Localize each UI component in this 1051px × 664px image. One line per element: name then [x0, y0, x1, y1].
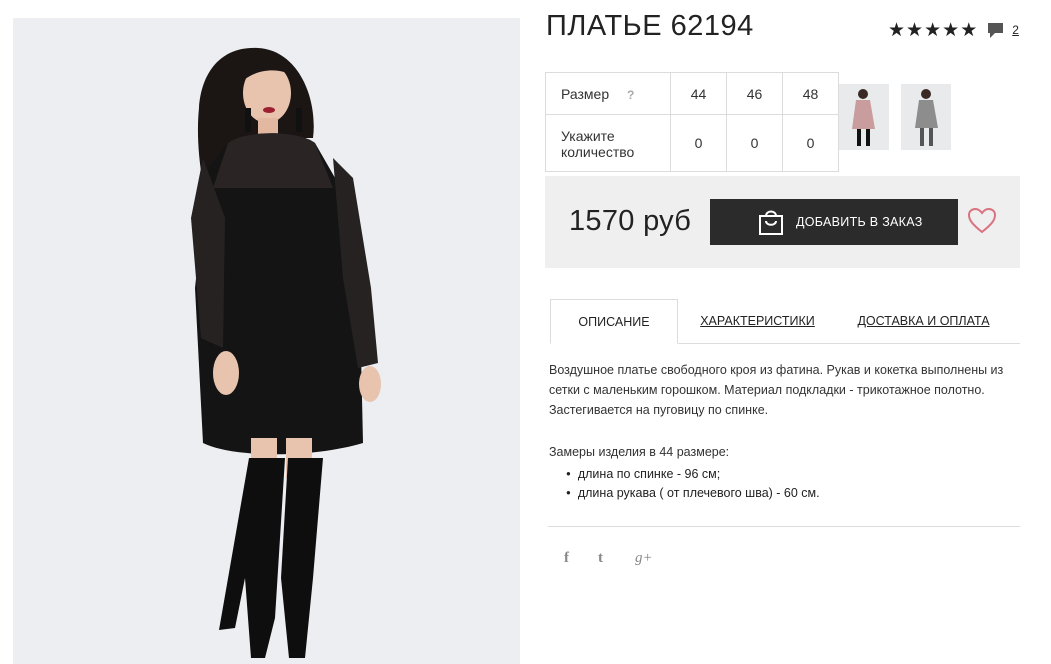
qty-input-46[interactable]: 0 [726, 114, 783, 172]
size-table: Размер ? 44 46 48 Укажите количество 0 0… [545, 72, 839, 172]
rating-block: ★ ★ ★ ★ ★ 2 [888, 18, 1019, 42]
size-44: 44 [670, 72, 727, 115]
comments-count-link[interactable]: 2 [1012, 23, 1019, 37]
shopping-bag-icon [759, 210, 783, 235]
tab-characteristics[interactable]: ХАРАКТЕРИСТИКИ [690, 299, 825, 343]
qty-input-48[interactable]: 0 [782, 114, 839, 172]
divider [548, 526, 1020, 527]
star-icon[interactable]: ★ [942, 20, 959, 40]
comment-icon[interactable] [987, 22, 1004, 39]
google-plus-icon[interactable]: g+ [635, 550, 653, 567]
star-icon[interactable]: ★ [960, 20, 977, 40]
measurements-title: Замеры изделия в 44 размере: [549, 445, 730, 459]
price-block: 1570 руб ДОБАВИТЬ В ЗАКАЗ [545, 176, 1020, 268]
product-title: ПЛАТЬЕ 62194 [546, 10, 754, 42]
size-label-cell: Размер ? [545, 72, 671, 115]
twitter-icon[interactable]: t [598, 550, 603, 567]
qty-input-44[interactable]: 0 [670, 114, 727, 172]
product-main-image[interactable] [13, 18, 520, 664]
heart-icon[interactable] [968, 208, 996, 234]
star-icon[interactable]: ★ [906, 20, 923, 40]
star-icon[interactable]: ★ [924, 20, 941, 40]
measurements-list: длина по спинке - 96 см; длина рукава ( … [566, 466, 820, 503]
rating-stars[interactable]: ★ ★ ★ ★ ★ [888, 20, 977, 40]
facebook-icon[interactable]: f [564, 550, 569, 567]
product-description: Воздушное платье свободного кроя из фати… [549, 363, 1004, 417]
qty-label: Укажите количество [561, 128, 635, 160]
measurement-item: длина по спинке - 96 см; [566, 466, 820, 485]
tab-delivery-payment[interactable]: ДОСТАВКА И ОПЛАТА [852, 299, 995, 343]
measurement-item: длина рукава ( от плечевого шва) - 60 см… [566, 485, 820, 504]
qty-label-cell: Укажите количество [545, 114, 671, 172]
size-46: 46 [726, 72, 783, 115]
add-to-order-label: ДОБАВИТЬ В ЗАКАЗ [796, 215, 923, 229]
star-icon[interactable]: ★ [888, 20, 905, 40]
tab-description[interactable]: ОПИСАНИЕ [550, 299, 678, 344]
add-to-order-button[interactable]: ДОБАВИТЬ В ЗАКАЗ [710, 199, 958, 245]
pink-dress-thumbnail[interactable] [839, 84, 889, 150]
size-label: Размер [561, 85, 610, 102]
size-48: 48 [782, 72, 839, 115]
price: 1570 руб [569, 205, 692, 237]
size-help-icon[interactable]: ? [627, 88, 634, 102]
grey-dress-thumbnail[interactable] [901, 84, 951, 150]
